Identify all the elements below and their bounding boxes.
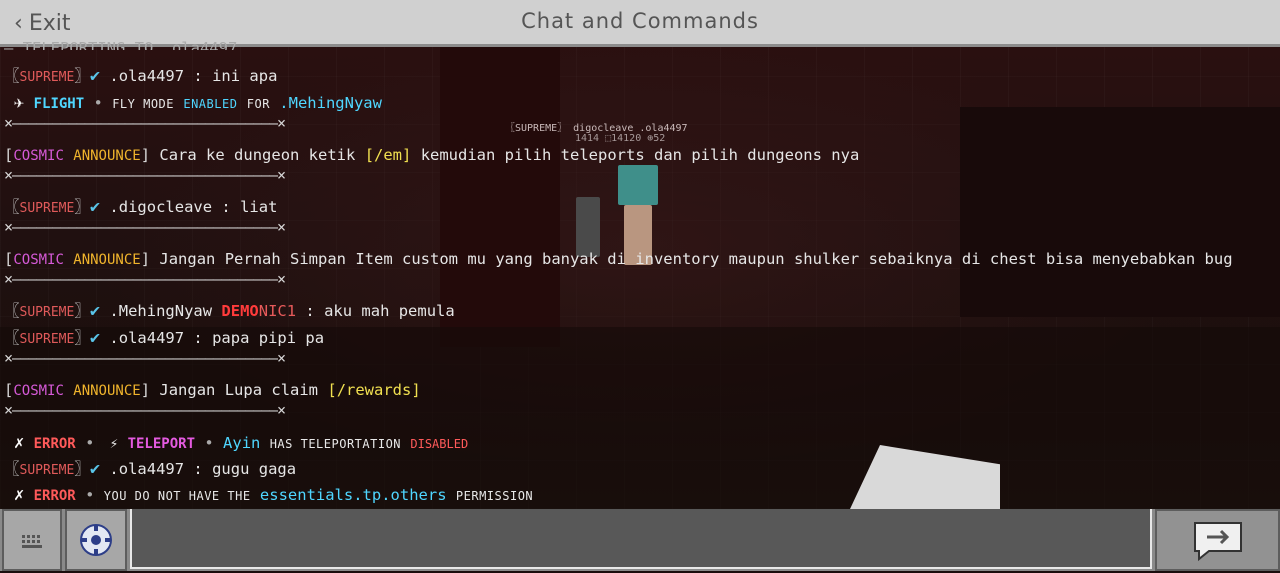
verified-icon: ✔ [89,66,101,86]
dark-pillar [440,47,560,347]
player-nametag-stats: 1414 ⬚14120 ⊕52 [575,133,666,144]
chat-separator: ×—————————————————————————————————× [4,114,286,132]
verified-icon: ✔ [89,459,101,479]
error-message: ✗ ERROR • YOU DO NOT HAVE THE essentials… [14,485,534,505]
send-arrow-icon [1194,522,1242,562]
username: .ola4497 [109,460,185,478]
announcement: [COSMIC ANNOUNCE] Jangan Pernah Simpan I… [4,250,1233,268]
chat-separator: ×—————————————————————————————————× [4,270,286,288]
verified-icon: ✔ [89,328,101,348]
chat-message: 〖SUPREME〗✔ .ola4497 : papa pipi pa [4,328,325,348]
chat-separator: ×—————————————————————————————————× [4,218,286,236]
flight-notice: ✈ FLIGHT • FLY MODE ENABLED FOR .MehingN… [14,93,382,113]
verified-icon: ✔ [89,197,101,217]
rank-badge: SUPREME [19,70,75,85]
rank-badge: SUPREME [19,305,75,320]
chat-separator: ×—————————————————————————————————× [4,349,286,367]
player-head [618,165,658,205]
username: .digocleave [109,198,213,216]
second-player [576,197,600,257]
chat-message: 〖SUPREME〗✔ .MehingNyaw DEMONIC1 : aku ma… [4,301,455,321]
announcement: [COSMIC ANNOUNCE] Jangan Lupa claim [/re… [4,381,421,399]
chat-separator: ×—————————————————————————————————× [4,401,286,419]
username: .MehingNyaw [109,302,213,320]
rank-badge: SUPREME [19,332,75,347]
player-nametag: 〖SUPREME〗 digocleave .ola4497 [505,123,688,134]
keyboard-button[interactable] [2,509,62,571]
keyboard-icon [22,535,42,548]
chat-message: 〖SUPREME〗✔ .ola4497 : gugu gaga [4,459,297,479]
chat-message: 〖SUPREME〗✔ .ola4497 : ini apa [4,66,278,86]
emote-button[interactable] [65,509,127,571]
airplane-icon: ✈ [14,93,25,113]
send-button[interactable] [1155,509,1280,571]
chat-line-clipped: — TELEPORTING TO .ola4497 [4,39,238,50]
chat-input-bar [0,509,1280,571]
chat-message: 〖SUPREME〗✔ .digocleave : liat [4,197,278,217]
rank-badge: SUPREME [19,201,75,216]
verified-icon: ✔ [89,301,101,321]
error-message: ✗ ERROR • ⚡ TELEPORT • Ayin HAS TELEPORT… [14,433,469,453]
emote-wheel-icon [80,524,112,556]
chat-separator: ×—————————————————————————————————× [4,166,286,184]
username: .ola4497 [109,329,185,347]
announcement: [COSMIC ANNOUNCE] Cara ke dungeon ketik … [4,146,860,164]
cross-icon: ✗ [14,433,25,453]
chat-input-field[interactable] [130,509,1152,569]
teleport-icon: ⚡ [109,436,119,452]
page-title: Chat and Commands [521,9,759,33]
dark-wall [960,107,1280,317]
rank-badge: SUPREME [19,463,75,478]
cross-icon: ✗ [14,485,25,505]
username: .ola4497 [109,67,185,85]
title-tag: DEMO [221,302,259,320]
